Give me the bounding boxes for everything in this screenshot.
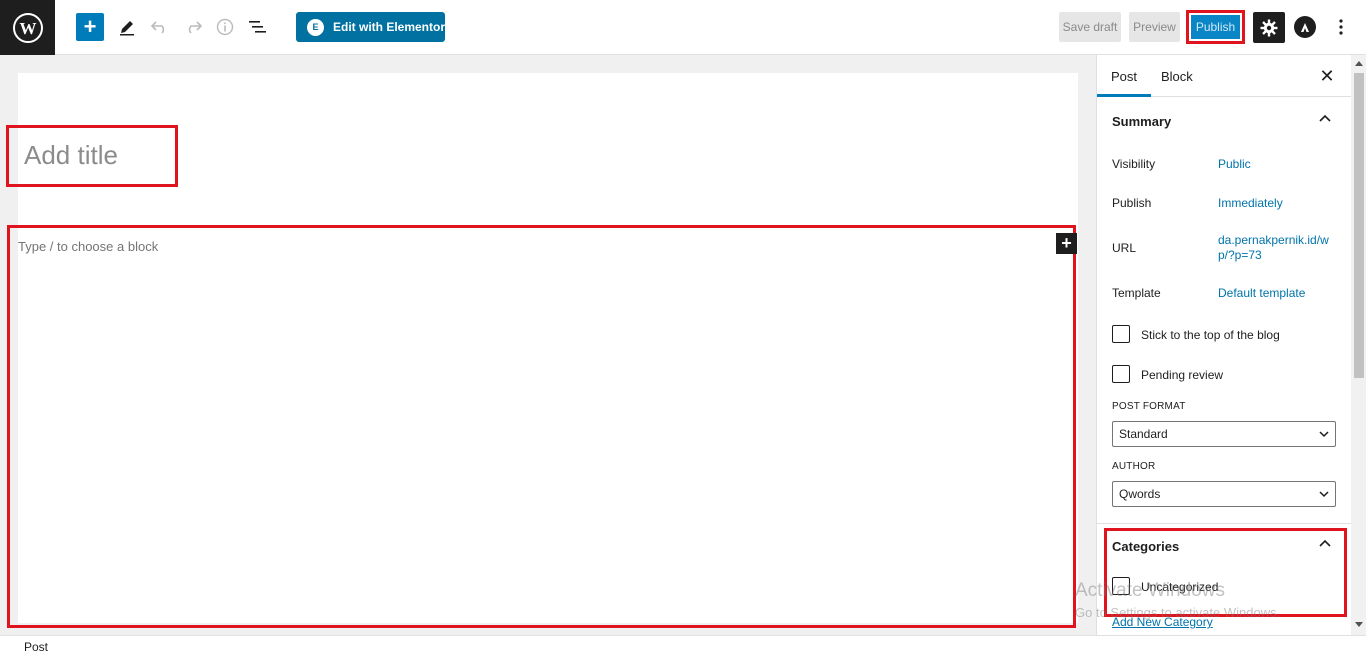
- pending-review-checkbox[interactable]: [1112, 365, 1130, 383]
- post-format-select[interactable]: Standard: [1112, 421, 1336, 447]
- sidebar-scrollbar[interactable]: [1351, 55, 1366, 635]
- categories-highlight: [1104, 528, 1347, 617]
- activate-windows-subtext: Go to Settings to activate Windows.: [1075, 605, 1281, 620]
- undo-icon[interactable]: [147, 14, 173, 40]
- editor-footer: Post: [0, 635, 1366, 656]
- more-vertical-icon[interactable]: [1330, 14, 1352, 40]
- chevron-up-icon[interactable]: [1318, 112, 1332, 126]
- list-view-icon[interactable]: [244, 14, 270, 40]
- activate-windows-watermark: Activate Windows: [1075, 580, 1225, 601]
- pending-review-label: Pending review: [1141, 368, 1224, 382]
- tab-block[interactable]: Block: [1161, 69, 1193, 84]
- author-label: AUTHOR: [1112, 461, 1156, 472]
- save-draft-button[interactable]: Save draft: [1059, 12, 1121, 42]
- redo-icon[interactable]: [180, 14, 206, 40]
- template-value[interactable]: Default template: [1218, 286, 1305, 301]
- publish-highlight: Publish: [1186, 10, 1245, 44]
- gear-icon: [1260, 19, 1278, 36]
- url-value-line2: p/?p=73: [1218, 248, 1262, 262]
- stick-to-top-checkbox[interactable]: [1112, 325, 1130, 343]
- post-title-input[interactable]: Add title: [24, 140, 118, 171]
- elementor-icon: E: [307, 18, 324, 36]
- url-label: URL: [1112, 241, 1137, 255]
- scroll-down-arrow-icon[interactable]: [1355, 622, 1363, 628]
- stick-to-top-label: Stick to the top of the blog: [1141, 328, 1280, 342]
- chevron-down-icon: [1319, 431, 1329, 438]
- summary-heading[interactable]: Summary: [1112, 114, 1171, 129]
- plus-icon: +: [83, 14, 97, 39]
- edit-with-elementor-button[interactable]: E Edit with Elementor: [296, 12, 445, 42]
- post-format-value: Standard: [1119, 427, 1168, 441]
- url-value-line1: da.pernakpernik.id/w: [1218, 233, 1329, 247]
- wordpress-logo-icon[interactable]: W: [0, 0, 55, 55]
- template-label: Template: [1112, 286, 1161, 300]
- publish-label: Publish: [1112, 196, 1152, 210]
- chevron-down-icon: [1319, 491, 1329, 498]
- post-format-label: POST FORMAT: [1112, 401, 1186, 412]
- close-icon[interactable]: ✕: [1317, 66, 1337, 86]
- elementor-button-label: Edit with Elementor: [333, 20, 446, 34]
- add-block-button[interactable]: +: [1056, 233, 1077, 254]
- editor-header: W + E Edit with Elementor Save draft Pre…: [0, 0, 1366, 55]
- svg-text:W: W: [19, 19, 36, 38]
- author-select[interactable]: Qwords: [1112, 481, 1336, 507]
- visibility-label: Visibility: [1112, 157, 1156, 171]
- info-icon[interactable]: [212, 14, 238, 40]
- publish-button[interactable]: Publish: [1191, 15, 1240, 39]
- scrollbar-thumb[interactable]: [1354, 73, 1364, 378]
- publish-date-value[interactable]: Immediately: [1218, 196, 1283, 211]
- tab-post[interactable]: Post: [1097, 69, 1152, 97]
- preview-button[interactable]: Preview: [1129, 12, 1180, 42]
- block-inserter-button[interactable]: +: [76, 13, 104, 41]
- block-placeholder[interactable]: Type / to choose a block: [18, 239, 158, 254]
- url-value[interactable]: da.pernakpernik.id/w p/?p=73: [1218, 233, 1329, 263]
- content-highlight: [7, 225, 1076, 628]
- visibility-value[interactable]: Public: [1218, 157, 1251, 172]
- pencil-icon[interactable]: [114, 14, 140, 40]
- astra-icon[interactable]: [1294, 16, 1316, 38]
- author-value: Qwords: [1119, 487, 1161, 501]
- sidebar-tabs: Post Block ✕: [1097, 55, 1351, 97]
- breadcrumb[interactable]: Post: [24, 640, 48, 654]
- settings-button[interactable]: [1253, 12, 1285, 43]
- panel-divider: [1097, 523, 1351, 524]
- scroll-up-arrow-icon[interactable]: [1355, 60, 1363, 66]
